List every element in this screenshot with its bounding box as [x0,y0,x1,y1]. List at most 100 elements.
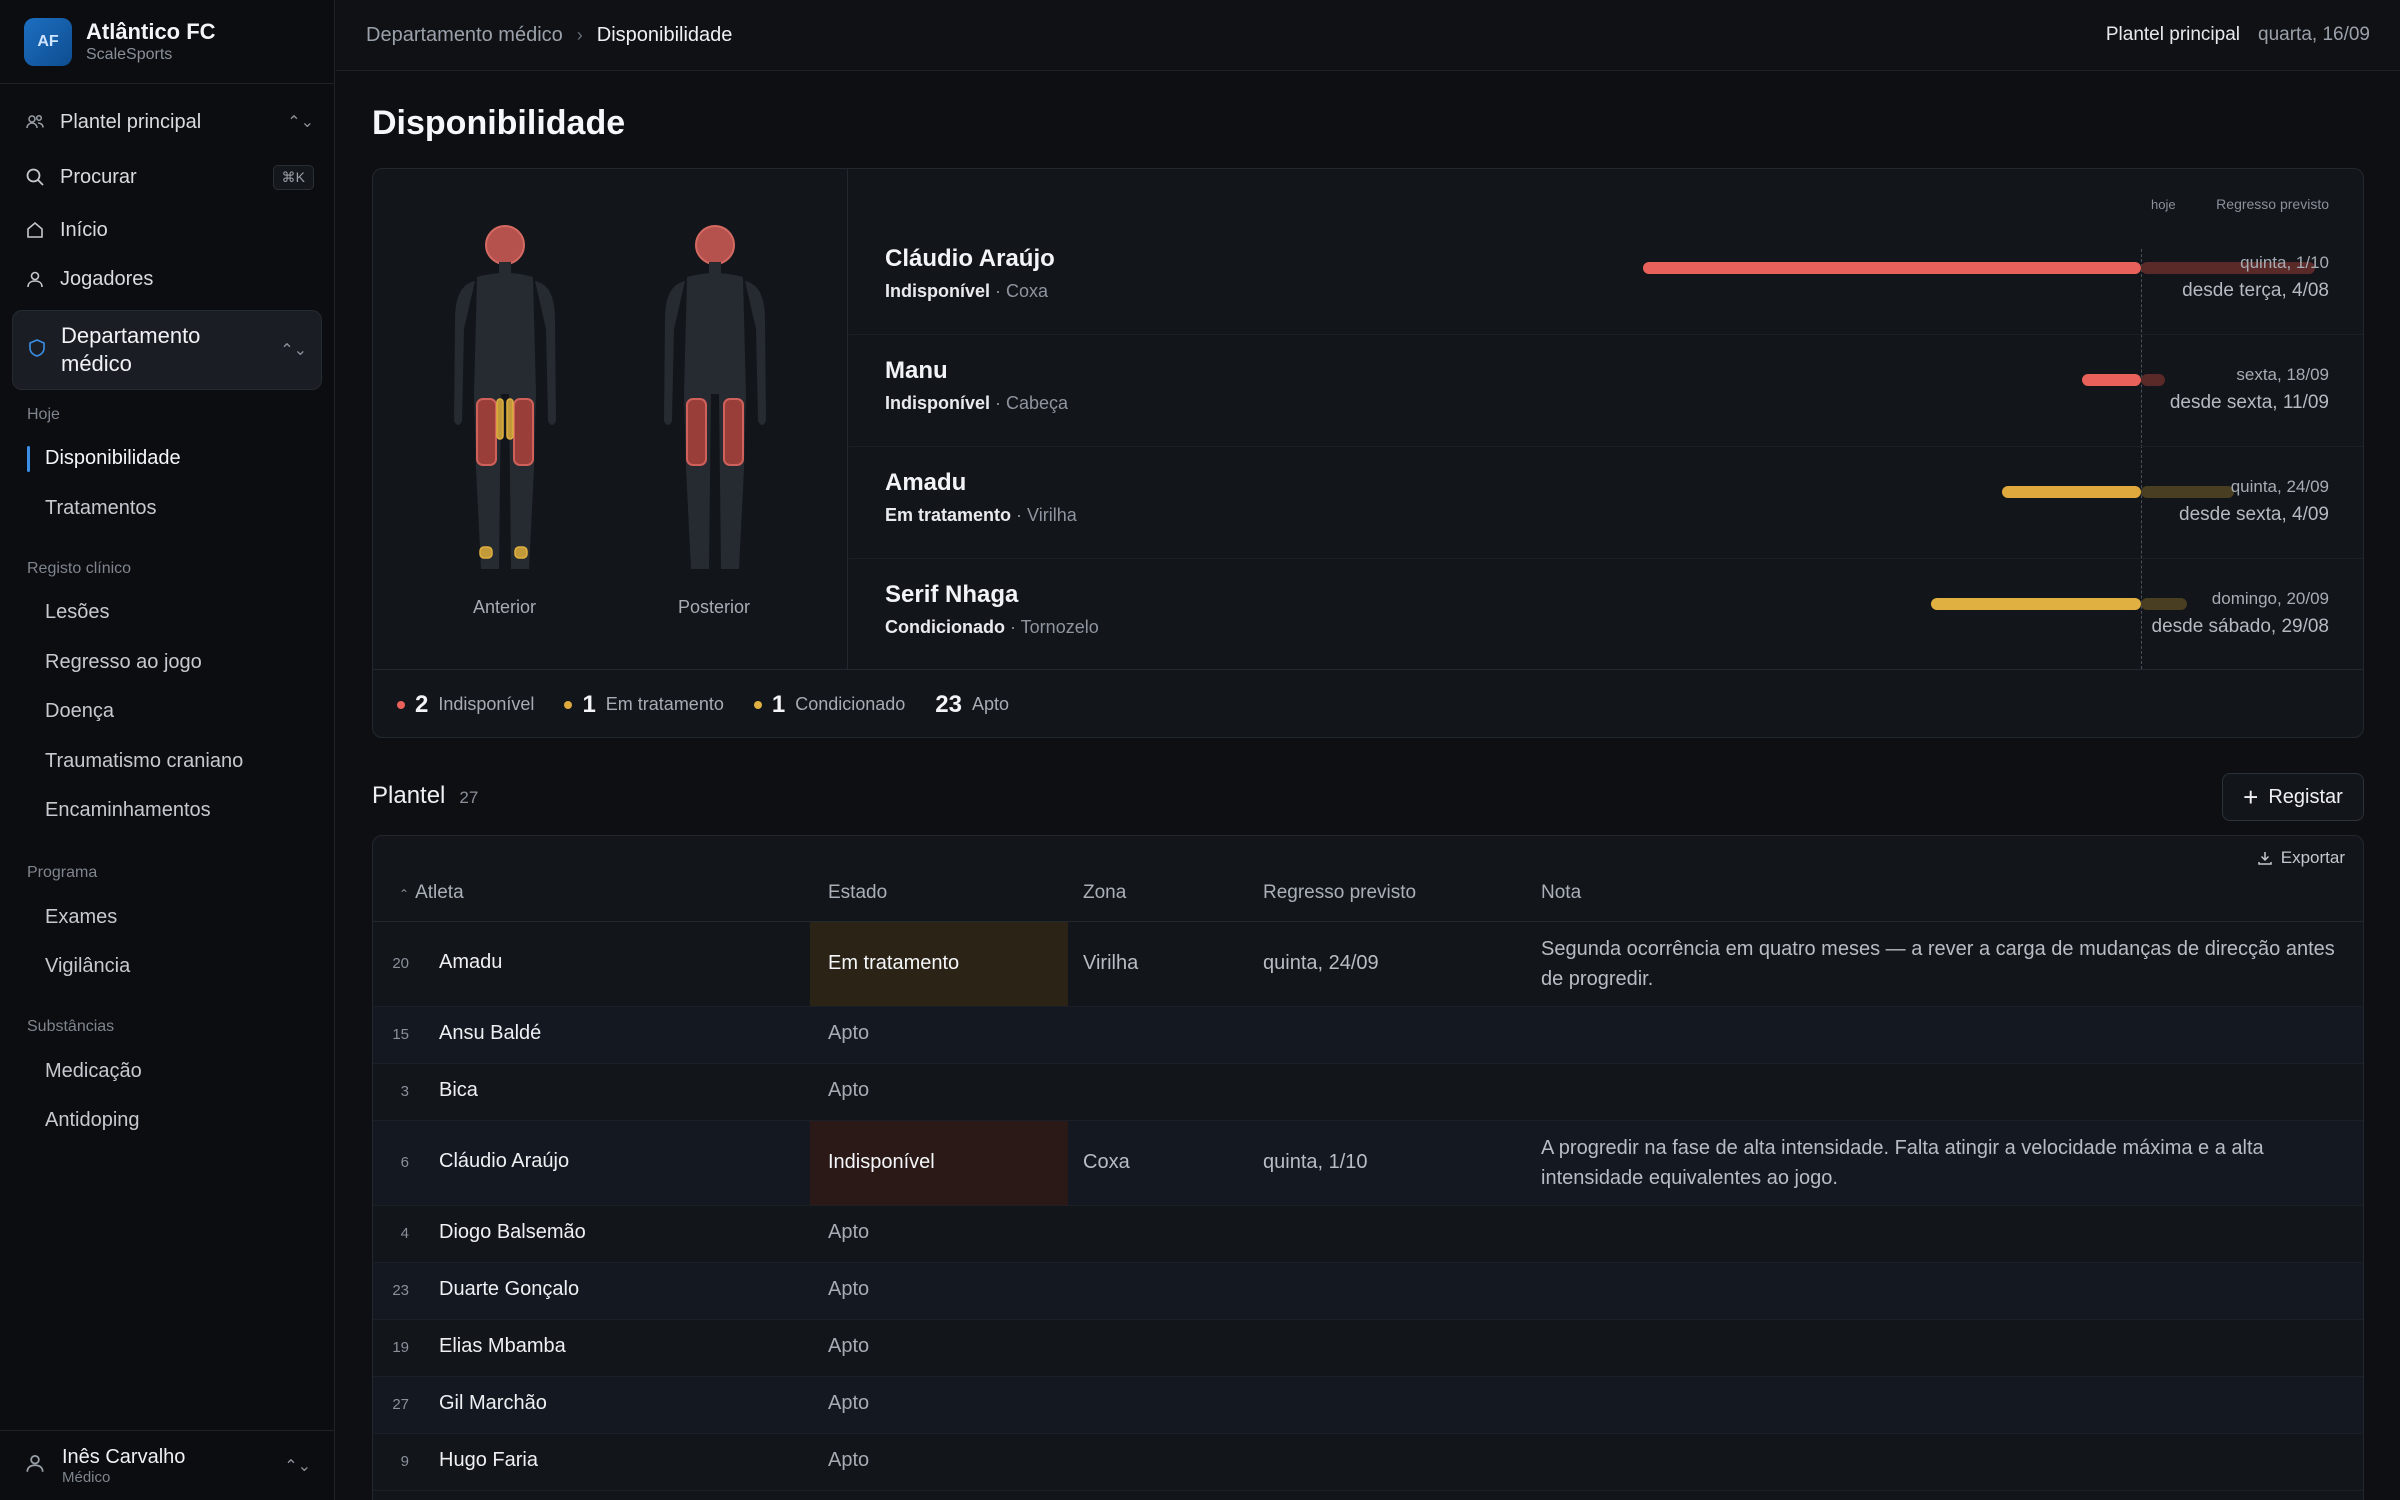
player-name: Ansu Baldé [439,1022,542,1044]
column-header-state[interactable]: Estado [828,882,887,904]
table-row[interactable]: 15 Ansu Baldé Apto [373,1007,2363,1064]
table-row[interactable]: 9 Hugo Faria Apto [373,1434,2363,1491]
home-icon [24,219,46,241]
page-title: Disponibilidade [372,104,626,142]
section-label-program: Programa [27,864,98,881]
users-icon [24,111,46,133]
nav-availability[interactable]: Disponibilidade [45,447,181,470]
table-row[interactable]: 3 Bica Apto [373,1064,2363,1121]
search-icon [24,166,46,188]
status-text: Apto [828,1449,870,1471]
nav-exams[interactable]: Exames [45,906,117,929]
divider [0,83,335,84]
nav-injuries[interactable]: Lesões [45,601,110,624]
nav-antidoping[interactable]: Antidoping [45,1109,140,1132]
nav-home[interactable]: Início [24,210,314,250]
shirt-number: 23 [392,1282,409,1299]
timeline-row[interactable]: Manu Indisponível · Cabeça sexta, 18/09 … [849,335,2363,447]
column-header-athlete[interactable]: ⌃ Atleta [399,882,464,904]
return-date: quinta, 1/10 [1263,1151,1368,1173]
today-label: hoje [2151,197,2176,212]
injury-zone: Virilha [1083,952,1139,974]
status-dot [753,700,762,709]
breadcrumb-medical-department[interactable]: Departamento médico [366,24,563,47]
squad-selector[interactable]: Plantel principal ⌃⌄ [24,102,314,142]
player-status: Indisponível · Cabeça [885,393,1069,413]
shirt-number: 15 [392,1026,409,1043]
table-row[interactable]: 23 Duarte Gonçalo Apto [373,1263,2363,1320]
status-text: Apto [828,1221,870,1243]
user-name: Inês Carvalho [62,1445,186,1468]
nav-illness[interactable]: Doença [45,700,114,723]
status-text: Apto [828,1079,870,1101]
shirt-number: 19 [392,1339,409,1356]
table-row[interactable]: 27 Gil Marchão Apto [373,1377,2363,1434]
active-indicator [27,446,30,472]
plus-icon: + [2243,782,2259,812]
availability-timeline: hoje Regresso previsto Cláudio Araújo In… [849,169,2363,671]
brand[interactable]: AF Atlântico FC ScaleSports [24,18,216,66]
injury-zone: Coxa [1083,1151,1130,1173]
summary-in-treatment[interactable]: 1 Em tratamento [564,691,724,719]
timeline-row[interactable]: Serif Nhaga Condicionado · Tornozelo dom… [849,559,2363,671]
breadcrumb-availability: Disponibilidade [596,23,733,46]
user-menu[interactable]: Inês Carvalho Médico ⌃⌄ [0,1430,335,1500]
nav-referrals[interactable]: Encaminhamentos [45,799,211,822]
player-name: Serif Nhaga [885,581,1019,608]
chevron-updown-icon: ⌃⌄ [287,114,314,131]
table-row[interactable]: 19 Elias Mbamba Apto [373,1320,2363,1377]
shield-icon [27,338,47,363]
absence-elapsed-bar [2002,486,2141,498]
timeline-row[interactable]: Cláudio Araújo Indisponível · Coxa quint… [849,223,2363,335]
club-logo: AF [24,18,72,66]
top-bar: Departamento médico › Disponibilidade Pl… [336,0,2400,71]
chevron-right-icon: › [576,24,583,45]
nav-players-label: Jogadores [60,267,154,290]
nav-medical-department-label: Departamento médico [61,323,201,376]
note: A progredir na fase de alta intensidade.… [1541,1137,2264,1189]
summary-conditioned[interactable]: 1 Condicionado [753,691,905,719]
column-header-zone[interactable]: Zona [1083,882,1126,904]
status-dot [564,700,573,709]
nav-return-to-play[interactable]: Regresso ao jogo [45,651,202,674]
column-header-note[interactable]: Nota [1541,882,1581,904]
body-map: Anterior Posterior [373,169,848,669]
club-name: Atlântico FC [86,19,216,44]
status-dot [397,700,405,709]
player-name: Bica [439,1079,478,1101]
nav-head-trauma[interactable]: Traumatismo craniano [45,750,243,773]
status-badge: Em tratamento [810,922,1068,1006]
figure-label-posterior: Posterior [678,597,751,617]
summary-unavailable[interactable]: 2 Indisponível [397,691,534,719]
nav-medical-department[interactable]: Departamento médico ⌃⌄ [12,310,322,390]
return-date: quinta, 24/09 [1263,952,1379,974]
search-button[interactable]: Procurar ⌘K [24,157,314,197]
absence-elapsed-bar [1643,262,2141,274]
nav-home-label: Início [60,218,108,241]
table-row[interactable]: 6 Cláudio Araújo Indisponível Coxa quint… [373,1121,2363,1206]
availability-summary: 2 Indisponível 1 Em tratamento 1 Condici… [373,669,2363,737]
player-name: Amadu [439,951,503,973]
absence-remaining-bar [2141,374,2165,386]
player-name: Cláudio Araújo [885,245,1055,272]
nav-surveillance[interactable]: Vigilância [45,955,130,978]
return-header: Regresso previsto [2216,196,2329,212]
chevron-updown-icon: ⌃⌄ [280,342,307,359]
timeline-row[interactable]: Amadu Em tratamento · Virilha quinta, 24… [849,447,2363,559]
squad-section-title: Plantel 27 [372,782,479,809]
shirt-number: 4 [400,1225,409,1242]
export-button[interactable]: Exportar [2257,848,2345,868]
nav-treatments[interactable]: Tratamentos [45,497,157,520]
summary-fit[interactable]: 23 Apto [935,691,1009,719]
player-name: Manu [885,357,948,384]
nav-players[interactable]: Jogadores [24,259,314,299]
table-row[interactable]: 4 Diogo Balsemão Apto [373,1206,2363,1263]
sidebar: AF Atlântico FC ScaleSports Plantel prin… [0,0,335,1500]
table-row[interactable]: 20 Amadu Em tratamento Virilha quinta, 2… [373,922,2363,1007]
register-button[interactable]: + Registar [2222,773,2364,821]
chevron-updown-icon: ⌃⌄ [284,1457,311,1475]
column-header-return[interactable]: Regresso previsto [1263,882,1416,904]
return-info: quinta, 24/09 desde sexta, 4/09 [2179,477,2329,525]
player-status: Indisponível · Coxa [885,281,1049,301]
nav-medication[interactable]: Medicação [45,1060,142,1083]
